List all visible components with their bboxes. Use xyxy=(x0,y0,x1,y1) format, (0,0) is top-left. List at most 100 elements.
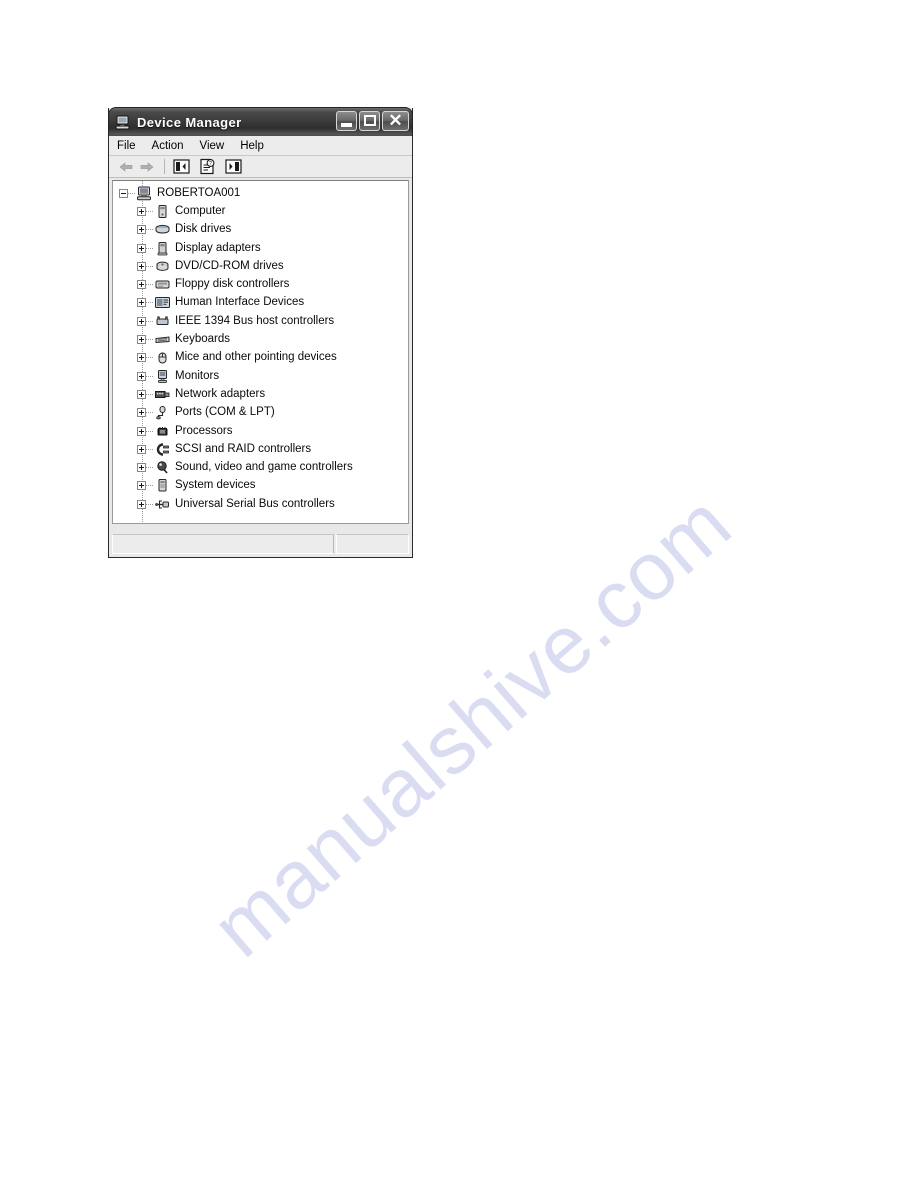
expand-toggle[interactable] xyxy=(137,335,146,345)
menu-help[interactable]: Help xyxy=(240,139,273,153)
title-bar[interactable]: Device Manager ✕ xyxy=(108,107,413,136)
tree-connector xyxy=(146,375,154,377)
tree-connector xyxy=(146,229,154,231)
back-arrow-icon[interactable] xyxy=(117,159,135,175)
tree-item-floppy-disk-controllers[interactable]: Floppy disk controllers xyxy=(113,275,408,293)
tree-item-scsi-and-raid-controllers[interactable]: SCSI and RAID controllers xyxy=(113,440,408,458)
device-manager-window: Device Manager ✕ File Action View Help ?… xyxy=(108,107,413,558)
tree-connector xyxy=(146,320,154,322)
tree-connector xyxy=(146,467,154,469)
device-tree[interactable]: ROBERTOA001 Computer Disk drives Display… xyxy=(112,180,409,524)
computer-icon xyxy=(115,115,132,130)
expand-toggle[interactable] xyxy=(137,444,146,454)
keyboard-icon xyxy=(154,332,171,347)
tree-connector xyxy=(128,192,136,194)
expand-toggle[interactable] xyxy=(137,426,146,436)
tree-connector xyxy=(146,430,154,432)
tree-item-label: Floppy disk controllers xyxy=(175,278,290,291)
processor-icon xyxy=(154,424,171,439)
status-pane-left xyxy=(112,534,334,554)
usb-icon xyxy=(154,497,171,512)
forward-arrow-icon[interactable] xyxy=(138,159,156,175)
menu-file[interactable]: File xyxy=(117,139,145,153)
tree-item-ports[interactable]: Ports (COM & LPT) xyxy=(113,404,408,422)
port-icon xyxy=(154,405,171,420)
tree-item-keyboards[interactable]: Keyboards xyxy=(113,330,408,348)
tree-item-label: DVD/CD-ROM drives xyxy=(175,259,284,272)
tree-item-label: IEEE 1394 Bus host controllers xyxy=(175,314,335,327)
tree-item-label: System devices xyxy=(175,479,256,492)
tree-connector xyxy=(146,448,154,450)
expand-toggle[interactable] xyxy=(137,225,146,235)
maximize-icon xyxy=(364,115,376,126)
minimize-icon xyxy=(341,123,352,127)
tree-item-label: Human Interface Devices xyxy=(175,296,305,309)
tree-item-network-adapters[interactable]: Network adapters xyxy=(113,385,408,403)
expand-toggle[interactable] xyxy=(137,481,146,491)
expand-toggle[interactable] xyxy=(137,261,146,271)
tree-connector xyxy=(146,485,154,487)
tree-item-computer[interactable]: Computer xyxy=(113,202,408,220)
tree-item-system-devices[interactable]: System devices xyxy=(113,477,408,495)
tree-item-universal-serial-bus-controllers[interactable]: Universal Serial Bus controllers xyxy=(113,495,408,513)
help-button[interactable] xyxy=(224,158,243,175)
minimize-button[interactable] xyxy=(336,111,357,131)
properties-button[interactable]: ? xyxy=(198,158,217,175)
show-hide-console-tree-button[interactable] xyxy=(172,158,191,175)
monitor-icon xyxy=(154,369,171,384)
expand-toggle[interactable] xyxy=(137,499,146,509)
tree-item-label: Ports (COM & LPT) xyxy=(175,406,275,419)
tree-item-processors[interactable]: Processors xyxy=(113,422,408,440)
tree-connector xyxy=(146,393,154,395)
toolbar-separator xyxy=(164,159,165,174)
tree-item-ieee-1394-bus-host-controllers[interactable]: IEEE 1394 Bus host controllers xyxy=(113,312,408,330)
tree-item-display-adapters[interactable]: Display adapters xyxy=(113,239,408,257)
floppy-controller-icon xyxy=(154,277,171,292)
menu-action[interactable]: Action xyxy=(152,139,193,153)
tree-item-label: Monitors xyxy=(175,369,220,382)
tree-item-label: Universal Serial Bus controllers xyxy=(175,497,335,510)
expand-toggle[interactable] xyxy=(137,389,146,399)
tree-item-mice-and-other-pointing-devices[interactable]: Mice and other pointing devices xyxy=(113,349,408,367)
tree-connector xyxy=(146,265,154,267)
system-device-icon xyxy=(154,478,171,493)
status-bar xyxy=(112,534,409,554)
optical-drive-icon xyxy=(154,259,171,274)
status-pane-right xyxy=(336,534,409,554)
close-button[interactable]: ✕ xyxy=(382,111,409,131)
tree-item-human-interface-devices[interactable]: Human Interface Devices xyxy=(113,294,408,312)
tree-item-dvd-cdrom-drives[interactable]: DVD/CD-ROM drives xyxy=(113,257,408,275)
close-icon: ✕ xyxy=(388,111,403,130)
tree-item-label: Keyboards xyxy=(175,333,230,346)
tree-item-label: Sound, video and game controllers xyxy=(175,461,353,474)
tree-item-label: Computer xyxy=(175,204,226,217)
expand-toggle[interactable] xyxy=(137,408,146,418)
expand-toggle[interactable] xyxy=(137,316,146,326)
expand-toggle[interactable] xyxy=(137,298,146,308)
scsi-raid-icon xyxy=(154,442,171,457)
menu-view[interactable]: View xyxy=(200,139,234,153)
tree-connector xyxy=(146,339,154,341)
tree-root-node[interactable]: ROBERTOA001 xyxy=(113,184,408,202)
hid-icon xyxy=(154,295,171,310)
expand-toggle[interactable] xyxy=(137,206,146,216)
root-collapse-toggle[interactable] xyxy=(119,188,128,198)
tree-item-sound-video-and-game-controllers[interactable]: Sound, video and game controllers xyxy=(113,458,408,476)
disk-drive-icon xyxy=(154,222,171,237)
computer-node-icon xyxy=(136,186,153,201)
firewire-icon xyxy=(154,314,171,329)
mouse-icon xyxy=(154,350,171,365)
tree-connector xyxy=(146,247,154,249)
tree-item-monitors[interactable]: Monitors xyxy=(113,367,408,385)
tree-connector xyxy=(146,357,154,359)
expand-toggle[interactable] xyxy=(137,243,146,253)
expand-toggle[interactable] xyxy=(137,371,146,381)
expand-toggle[interactable] xyxy=(137,353,146,363)
tree-connector xyxy=(146,284,154,286)
expand-toggle[interactable] xyxy=(137,280,146,290)
tree-item-disk-drives[interactable]: Disk drives xyxy=(113,221,408,239)
maximize-button[interactable] xyxy=(359,111,380,131)
expand-toggle[interactable] xyxy=(137,463,146,473)
display-adapter-icon xyxy=(154,241,171,256)
tree-item-label: Network adapters xyxy=(175,387,266,400)
